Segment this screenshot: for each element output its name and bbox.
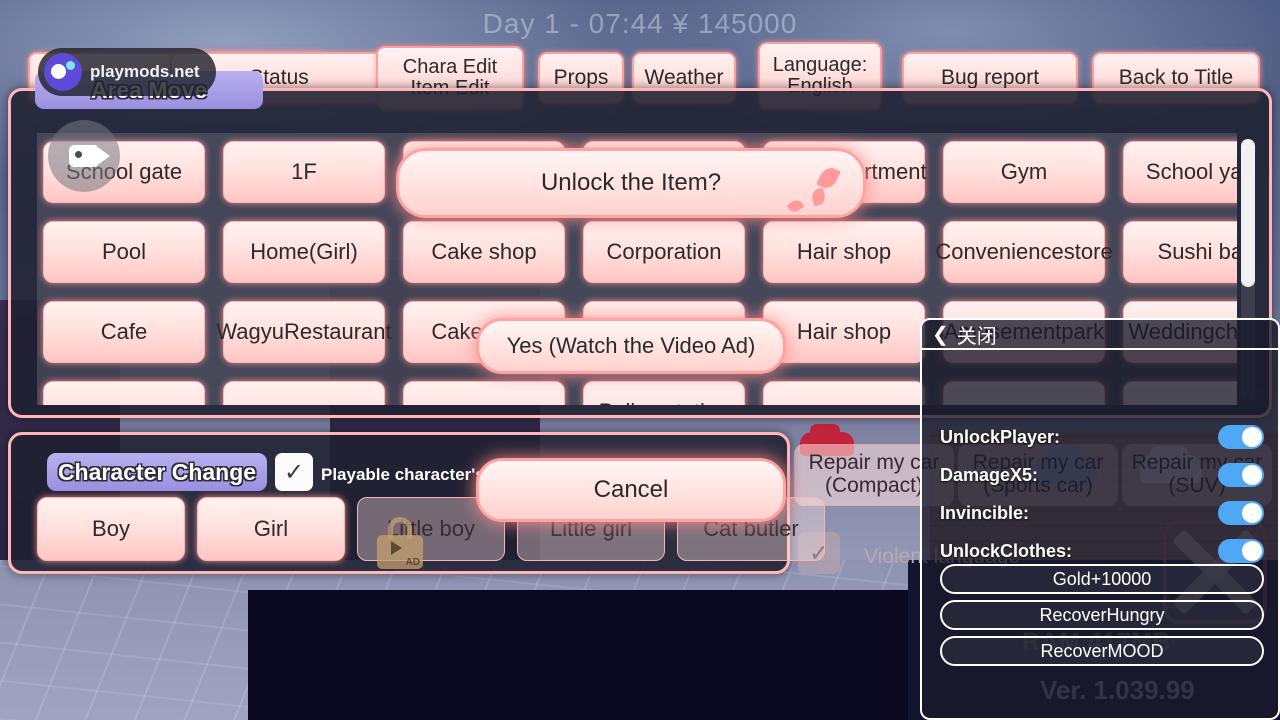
- locked-ad-icon: AD: [377, 517, 423, 569]
- unlock-item-dialog-title: Unlock the Item?: [396, 148, 866, 218]
- area-cell-label: Cake shop: [431, 239, 537, 265]
- topbar-label-line1: Chara Edit: [402, 56, 498, 78]
- area-cell[interactable]: [43, 381, 205, 405]
- area-cell[interactable]: Pool: [43, 221, 205, 283]
- area-cell-label: Corporation: [606, 239, 722, 265]
- topbar-label: Props: [553, 65, 609, 89]
- area-cell[interactable]: [403, 381, 565, 405]
- sakura-petal-icon: [786, 197, 805, 215]
- mod-toggle-row-invincible[interactable]: Invincible:: [940, 498, 1264, 528]
- area-cell[interactable]: 1F: [223, 141, 385, 203]
- camera-record-button[interactable]: [48, 120, 120, 192]
- character-change-title: Character Change: [47, 453, 267, 491]
- area-cell[interactable]: Sushi bar: [1123, 221, 1237, 283]
- playable-character-ai-label: Playable character's A: [321, 465, 502, 484]
- area-cell-label: Home(Girl): [250, 239, 358, 265]
- character-cell[interactable]: Boy: [37, 497, 185, 561]
- area-cell-label: School yard: [1145, 159, 1237, 185]
- area-cell[interactable]: Wagyu Restaurant: [216, 301, 392, 363]
- dialog-title-text: Unlock the Item?: [540, 169, 722, 196]
- topbar-label-line1: Language:: [772, 54, 868, 76]
- toggle-switch-invincible[interactable]: [1218, 501, 1264, 525]
- area-cell[interactable]: Corporation: [583, 221, 745, 283]
- mod-button-recover-mood[interactable]: RecoverMOOD: [940, 636, 1264, 666]
- area-cell-label: Cafe: [100, 319, 148, 345]
- area-move-scroll-thumb[interactable]: [1241, 139, 1255, 287]
- mod-menu-back-label: 关闭: [956, 325, 997, 348]
- mod-toggle-label: UnlockClothes:: [940, 540, 1073, 561]
- area-cell-label: 1F: [291, 159, 317, 185]
- dialog-yes-watch-ad-button[interactable]: Yes (Watch the Video Ad): [476, 318, 786, 374]
- area-cell[interactable]: Home(Girl): [223, 221, 385, 283]
- playmods-logo-icon: [44, 53, 82, 91]
- area-cell[interactable]: Convenience store: [935, 221, 1113, 283]
- area-cell[interactable]: Hair shop: [763, 221, 925, 283]
- mod-toggle-label: Invincible:: [940, 502, 1030, 523]
- area-cell-label: Restaurant: [284, 319, 392, 345]
- playmods-watermark-label: playmods.net: [90, 62, 200, 81]
- area-cell[interactable]: Hair shop: [763, 301, 925, 363]
- toggle-switch-unlockplayer[interactable]: [1218, 425, 1264, 449]
- playmods-watermark: playmods.net: [38, 48, 216, 96]
- character-cell[interactable]: Girl: [197, 497, 345, 561]
- toggle-switch-damagex5[interactable]: [1218, 463, 1264, 487]
- topbar-label: Bug report: [940, 65, 1040, 89]
- character-cell-label: Boy: [92, 516, 130, 541]
- mod-button-recover-hungry[interactable]: RecoverHungry: [940, 600, 1264, 630]
- area-cell[interactable]: Gym: [943, 141, 1105, 203]
- play-triangle-icon: [391, 541, 402, 555]
- area-cell[interactable]: Cafe: [43, 301, 205, 363]
- checkbox-check-glyph: ✓: [283, 458, 305, 486]
- sakura-petal-icon: [810, 187, 827, 207]
- dialog-cancel-button[interactable]: Cancel: [476, 458, 786, 522]
- area-cell[interactable]: [763, 381, 925, 405]
- character-cell-label: Girl: [253, 516, 289, 541]
- topbar-label: Back to Title: [1118, 65, 1234, 89]
- mod-menu-panel: ❮ 关闭 UnlockPlayer: DamageX5: Invincible:…: [920, 318, 1280, 720]
- area-cell-label: Gym: [1000, 159, 1048, 185]
- mod-toggle-row-damagex5[interactable]: DamageX5:: [940, 460, 1264, 490]
- area-cell-label: Sushi bar: [1157, 239, 1237, 265]
- mod-toggle-label: UnlockPlayer:: [940, 426, 1061, 447]
- mod-toggle-row-unlockplayer[interactable]: UnlockPlayer:: [940, 422, 1264, 452]
- toggle-switch-unlockclothes[interactable]: [1218, 539, 1264, 563]
- mod-button-gold[interactable]: Gold+10000: [940, 564, 1264, 594]
- video-camera-icon: [69, 145, 110, 167]
- topbar-label: Weather: [644, 65, 724, 89]
- mod-menu-back-button[interactable]: ❮ 关闭: [922, 320, 1278, 350]
- area-cell-label: Police station: [599, 400, 730, 405]
- chevron-left-icon: ❮: [932, 323, 949, 346]
- area-cell-label: Convenience: [935, 239, 1064, 265]
- area-cell-label: Hair shop: [796, 319, 892, 345]
- dark-overlay-lower: [248, 590, 908, 720]
- area-cell-label: store: [1063, 239, 1113, 265]
- mod-toggle-label: DamageX5:: [940, 464, 1039, 485]
- area-cell-label: Pool: [101, 239, 147, 265]
- playable-character-ai-checkbox[interactable]: ✓: [275, 453, 313, 491]
- area-cell-label: Hair shop: [796, 239, 892, 265]
- ad-badge-label: AD: [405, 557, 420, 568]
- area-cell-label: Wagyu: [216, 319, 285, 345]
- area-cell[interactable]: School yard: [1123, 141, 1237, 203]
- area-cell[interactable]: Police station: [583, 381, 745, 405]
- area-cell[interactable]: [223, 381, 385, 405]
- repair-compact-line2: (Compact): [824, 474, 924, 497]
- mod-toggle-row-unlockclothes[interactable]: UnlockClothes:: [940, 536, 1264, 566]
- area-cell[interactable]: Cake shop: [403, 221, 565, 283]
